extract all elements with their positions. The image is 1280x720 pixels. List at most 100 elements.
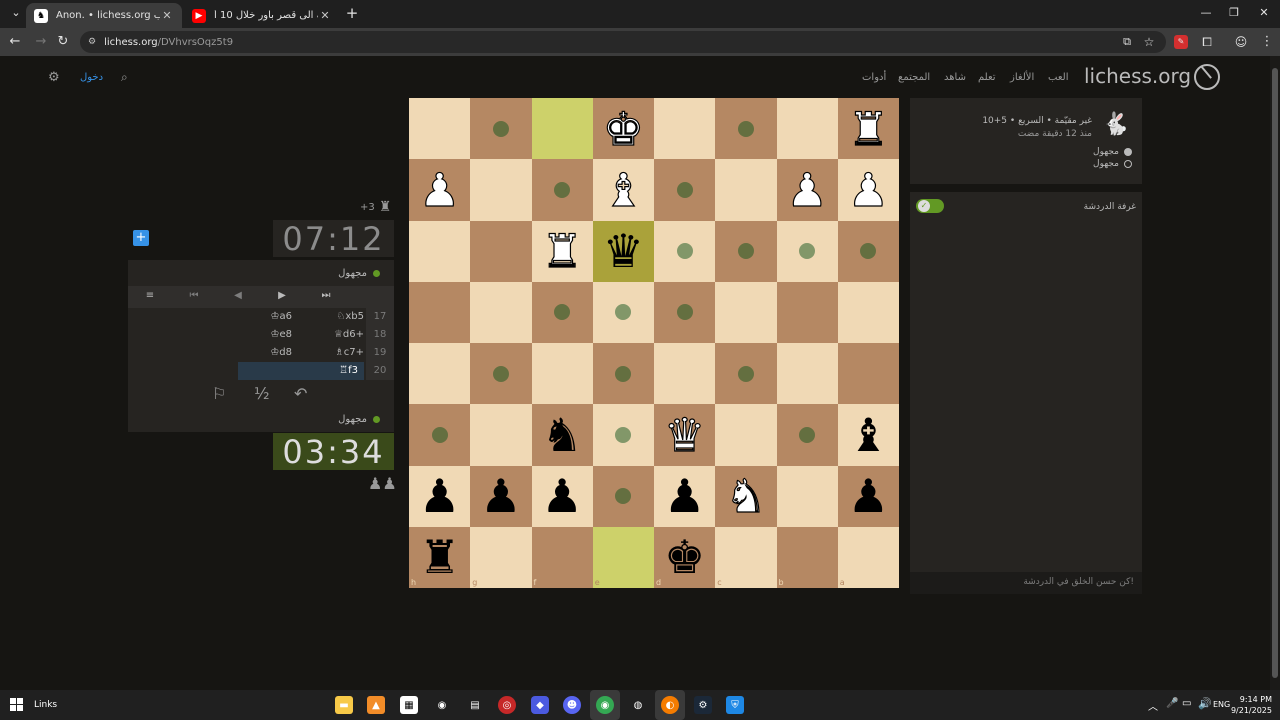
legal-move-dot[interactable] bbox=[492, 365, 509, 382]
first-move-icon[interactable]: ⏮ bbox=[186, 290, 202, 301]
legal-move-dot[interactable] bbox=[737, 120, 754, 137]
legal-move-dot[interactable] bbox=[676, 304, 693, 321]
white-piece[interactable]: ♟ bbox=[777, 159, 838, 220]
black-piece[interactable]: ♝ bbox=[838, 404, 899, 465]
site-info-icon[interactable]: ⚙ bbox=[88, 37, 96, 47]
install-app-icon[interactable]: ⧉ bbox=[1118, 33, 1136, 51]
legal-move-dot[interactable] bbox=[554, 181, 571, 198]
menu-hamburger-icon[interactable]: ≡ bbox=[142, 290, 158, 301]
chat-toggle[interactable] bbox=[916, 199, 944, 213]
nav-play[interactable]: العب bbox=[1048, 72, 1068, 83]
black-piece[interactable]: ♟ bbox=[409, 466, 470, 527]
black-piece[interactable]: ♟ bbox=[838, 466, 899, 527]
security-shield-icon[interactable]: ⛨ bbox=[726, 696, 744, 714]
address-bar[interactable]: ⚙ lichess.org /DVhvrsOqz5t9 bbox=[80, 31, 1166, 53]
board-square[interactable] bbox=[470, 220, 532, 282]
board-square[interactable] bbox=[470, 404, 532, 466]
board-square[interactable] bbox=[409, 98, 471, 160]
legal-move-dot[interactable] bbox=[676, 243, 693, 260]
resign-flag-icon[interactable]: ⚐ bbox=[212, 384, 226, 403]
extension-icon[interactable]: ✎ bbox=[1174, 35, 1188, 49]
board-square[interactable] bbox=[654, 343, 716, 405]
board-square[interactable] bbox=[470, 526, 532, 588]
legal-move-dot[interactable] bbox=[799, 426, 816, 443]
minimize-icon[interactable]: — bbox=[1196, 6, 1216, 19]
taskbar-links[interactable]: Links bbox=[34, 700, 57, 710]
current-move[interactable]: ♖f3 bbox=[238, 362, 364, 380]
board-square[interactable] bbox=[715, 281, 777, 343]
clock-date[interactable]: 9/21/2025 bbox=[1230, 706, 1272, 715]
windows-start-icon[interactable] bbox=[10, 698, 23, 711]
white-player-name[interactable]: مجهول bbox=[1093, 147, 1119, 157]
white-move[interactable]: ♗c7+ bbox=[298, 347, 364, 358]
board-square[interactable] bbox=[654, 98, 716, 160]
extensions-puzzle-icon[interactable]: ⧠ bbox=[1198, 33, 1216, 51]
reload-icon[interactable]: ↻ bbox=[54, 33, 72, 51]
back-icon[interactable]: ← bbox=[6, 33, 24, 51]
board-square[interactable] bbox=[776, 526, 838, 588]
offer-draw-icon[interactable]: ½ bbox=[254, 384, 270, 403]
volume-icon[interactable]: 🔊 bbox=[1198, 697, 1212, 710]
discord-icon[interactable]: ☻ bbox=[563, 696, 581, 714]
close-icon[interactable]: ✕ bbox=[318, 9, 332, 22]
next-move-icon[interactable]: ▶ bbox=[274, 290, 290, 301]
board-square[interactable] bbox=[837, 526, 899, 588]
board-square[interactable] bbox=[776, 281, 838, 343]
prev-move-icon[interactable]: ◀ bbox=[230, 290, 246, 301]
white-piece[interactable]: ♝ bbox=[593, 159, 654, 220]
taskbar-app-icon[interactable]: ▤ bbox=[466, 696, 484, 714]
black-piece[interactable]: ♟ bbox=[470, 466, 531, 527]
board-square[interactable] bbox=[837, 343, 899, 405]
nav-community[interactable]: المجتمع bbox=[898, 72, 930, 83]
game-launcher-icon[interactable]: ◆ bbox=[531, 696, 549, 714]
store-icon[interactable]: ▦ bbox=[400, 696, 418, 714]
language-indicator[interactable]: ENG bbox=[1213, 700, 1230, 709]
steam-icon[interactable]: ⚙ bbox=[694, 696, 712, 714]
board-square[interactable] bbox=[409, 281, 471, 343]
site-logo-text[interactable]: lichess.org bbox=[1084, 64, 1191, 88]
nav-tools[interactable]: أدوات bbox=[862, 72, 886, 83]
board-square[interactable] bbox=[592, 526, 654, 588]
login-link[interactable]: دخول bbox=[80, 72, 103, 83]
chrome-icon[interactable]: ◉ bbox=[596, 696, 614, 714]
tray-chevron-icon[interactable]: ︿ bbox=[1148, 698, 1158, 713]
bookmark-star-icon[interactable]: ☆ bbox=[1140, 33, 1158, 51]
board-square[interactable] bbox=[776, 343, 838, 405]
white-move[interactable]: ♘xb5 bbox=[298, 311, 364, 322]
tab-youtube[interactable]: ▶ من الغابة الى قصر باور خلال 10 أ ✕ bbox=[184, 3, 340, 28]
board-square[interactable] bbox=[531, 526, 593, 588]
white-piece[interactable]: ♛ bbox=[654, 404, 715, 465]
forward-icon[interactable]: → bbox=[32, 33, 50, 51]
last-move-icon[interactable]: ⏭ bbox=[318, 290, 334, 301]
board-square[interactable] bbox=[715, 404, 777, 466]
opponent-player[interactable]: مجهول bbox=[128, 260, 394, 286]
black-piece[interactable]: ♞ bbox=[532, 404, 593, 465]
file-explorer-icon[interactable]: ▬ bbox=[335, 696, 353, 714]
scrollbar-thumb[interactable] bbox=[1272, 68, 1278, 678]
maximize-icon[interactable]: ❐ bbox=[1224, 6, 1244, 19]
add-time-button[interactable]: + bbox=[133, 230, 149, 246]
legal-move-dot[interactable] bbox=[615, 365, 632, 382]
black-piece[interactable]: ♟ bbox=[654, 466, 715, 527]
legal-move-dot[interactable] bbox=[492, 120, 509, 137]
tab-search-icon[interactable]: ⌄ bbox=[6, 6, 26, 19]
nav-puzzles[interactable]: الألغاز bbox=[1010, 72, 1034, 83]
white-piece[interactable]: ♜ bbox=[532, 221, 593, 282]
close-icon[interactable]: ✕ bbox=[160, 9, 174, 22]
new-tab-button[interactable]: + bbox=[342, 4, 362, 22]
white-piece[interactable]: ♜ bbox=[838, 98, 899, 159]
nav-watch[interactable]: شاهد bbox=[944, 72, 966, 83]
obs-icon[interactable]: ◉ bbox=[433, 696, 451, 714]
takeback-icon[interactable]: ↶ bbox=[294, 384, 307, 403]
legal-move-dot[interactable] bbox=[737, 365, 754, 382]
board-square[interactable] bbox=[776, 98, 838, 160]
black-move[interactable]: ♔e8 bbox=[188, 329, 292, 340]
network-icon[interactable]: ▭ bbox=[1182, 698, 1191, 709]
black-piece[interactable]: ♚ bbox=[654, 527, 715, 588]
board-square[interactable] bbox=[470, 281, 532, 343]
profile-icon[interactable]: ☺ bbox=[1232, 33, 1250, 51]
board-square[interactable] bbox=[715, 159, 777, 221]
board-square[interactable] bbox=[409, 343, 471, 405]
taskbar-app-icon[interactable]: ◐ bbox=[661, 696, 679, 714]
vlc-icon[interactable]: ▲ bbox=[367, 696, 385, 714]
